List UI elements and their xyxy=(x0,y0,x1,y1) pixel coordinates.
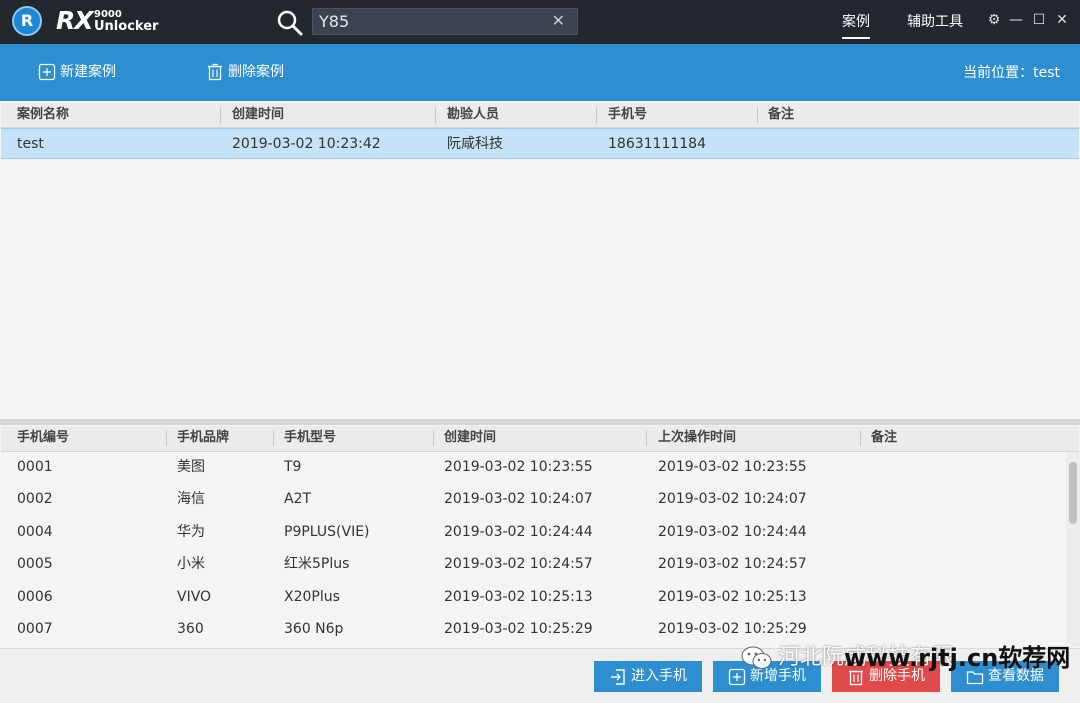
enter-phone-button[interactable]: 进入手机 xyxy=(594,661,702,692)
phone-brand-cell: 海信 xyxy=(177,491,205,507)
phone-brand-cell: VIVO xyxy=(177,589,212,605)
phone-brand-cell: 360 xyxy=(177,621,204,637)
enter-icon xyxy=(611,668,625,685)
col-case-name[interactable]: 案例名称 xyxy=(17,107,69,123)
table-row[interactable]: test 2019-03-02 10:23:42 阮咸科技 1863111118… xyxy=(1,128,1079,159)
panel-splitter[interactable] xyxy=(0,419,1080,425)
col-phone-id[interactable]: 手机编号 xyxy=(17,430,69,446)
phone-created-cell: 2019-03-02 10:24:07 xyxy=(444,491,593,507)
phone-table-header: 手机编号 手机品牌 手机型号 创建时间 上次操作时间 备注 xyxy=(1,426,1079,452)
phone-last-op-cell: 2019-03-02 10:25:29 xyxy=(658,621,807,637)
search-input-value: Y85 xyxy=(319,12,350,31)
scrollbar-thumb[interactable] xyxy=(1069,462,1077,524)
phone-last-op-cell: 2019-03-02 10:24:57 xyxy=(658,556,807,572)
column-divider[interactable] xyxy=(273,430,274,446)
vertical-scrollbar[interactable] xyxy=(1066,452,1080,647)
toolbar: 新建案例 删除案例 当前位置：test xyxy=(0,44,1080,101)
case-phone-cell: 18631111184 xyxy=(608,136,706,152)
table-row[interactable]: 0005 小米 红米5Plus 2019-03-02 10:24:57 2019… xyxy=(1,549,1065,581)
current-location: 当前位置：test xyxy=(963,65,1060,81)
phone-last-op-cell: 2019-03-02 10:24:44 xyxy=(658,524,807,540)
case-created-cell: 2019-03-02 10:23:42 xyxy=(232,136,381,152)
phone-model-cell: 红米5Plus xyxy=(284,556,350,572)
column-divider[interactable] xyxy=(757,107,758,123)
tab-tools[interactable]: 辅助工具 xyxy=(907,14,963,30)
phone-created-cell: 2019-03-02 10:25:13 xyxy=(444,589,593,605)
phone-id-cell: 0004 xyxy=(17,524,53,540)
col-phone-brand[interactable]: 手机品牌 xyxy=(177,430,229,446)
phone-created-cell: 2019-03-02 10:24:57 xyxy=(444,556,593,572)
phone-table-body: 0001 美图 T9 2019-03-02 10:23:55 2019-03-0… xyxy=(1,452,1065,647)
table-row[interactable]: 0002 海信 A2T 2019-03-02 10:24:07 2019-03-… xyxy=(1,484,1065,516)
minimize-icon[interactable]: — xyxy=(1008,12,1024,28)
column-divider[interactable] xyxy=(435,107,436,123)
column-divider[interactable] xyxy=(433,430,434,446)
tab-cases[interactable]: 案例 xyxy=(842,14,870,39)
close-icon[interactable]: ✕ xyxy=(552,12,565,30)
delete-case-label: 删除案例 xyxy=(228,64,284,80)
phone-id-cell: 0002 xyxy=(17,491,53,507)
phone-id-cell: 0007 xyxy=(17,621,53,637)
col-created-time[interactable]: 创建时间 xyxy=(232,107,284,123)
column-divider[interactable] xyxy=(860,430,861,446)
col-inspector[interactable]: 勘验人员 xyxy=(447,107,499,123)
watermark-site: www.rjtj.cn软荐网 xyxy=(844,644,1071,672)
search-input[interactable]: Y85 ✕ xyxy=(312,8,578,35)
phone-id-cell: 0006 xyxy=(17,589,53,605)
title-bar: R RX 9000 Unlocker Y85 ✕ 案例 辅助工具 ⚙ — ☐ ✕ xyxy=(0,0,1080,44)
phone-brand-cell: 美图 xyxy=(177,459,205,475)
logo-name-text: Unlocker xyxy=(94,19,159,34)
phone-model-cell: T9 xyxy=(284,459,302,475)
phone-model-cell: 360 N6p xyxy=(284,621,344,637)
column-divider[interactable] xyxy=(646,430,647,446)
search-icon[interactable] xyxy=(276,9,304,37)
table-row[interactable]: 0001 美图 T9 2019-03-02 10:23:55 2019-03-0… xyxy=(1,452,1065,484)
phone-brand-cell: 小米 xyxy=(177,556,205,572)
phone-created-cell: 2019-03-02 10:23:55 xyxy=(444,459,593,475)
col-last-operation[interactable]: 上次操作时间 xyxy=(658,430,736,446)
phone-last-op-cell: 2019-03-02 10:24:07 xyxy=(658,491,807,507)
window-close-icon[interactable]: ✕ xyxy=(1054,12,1070,28)
phone-id-cell: 0005 xyxy=(17,556,53,572)
col-note[interactable]: 备注 xyxy=(768,107,794,123)
app-logo-icon: R xyxy=(12,6,42,36)
phone-created-cell: 2019-03-02 10:24:44 xyxy=(444,524,593,540)
new-case-button[interactable]: 新建案例 xyxy=(38,63,116,81)
phone-created-cell: 2019-03-02 10:25:29 xyxy=(444,621,593,637)
col-phone-model[interactable]: 手机型号 xyxy=(284,430,336,446)
column-divider[interactable] xyxy=(166,430,167,446)
phone-model-cell: A2T xyxy=(284,491,312,507)
phone-last-op-cell: 2019-03-02 10:23:55 xyxy=(658,459,807,475)
phone-last-op-cell: 2019-03-02 10:25:13 xyxy=(658,589,807,605)
col-phone-number[interactable]: 手机号 xyxy=(608,107,647,123)
logo-rx-text: RX xyxy=(56,6,94,35)
watermark: 河北阮咸科技有限 www.rjtj.cn软荐网 xyxy=(740,640,1075,678)
col-phone-created[interactable]: 创建时间 xyxy=(444,430,496,446)
phone-brand-cell: 华为 xyxy=(177,524,205,540)
new-case-label: 新建案例 xyxy=(60,64,116,80)
trash-icon xyxy=(208,63,222,81)
table-row[interactable]: 0004 华为 P9PLUS(VIE) 2019-03-02 10:24:44 … xyxy=(1,517,1065,549)
maximize-icon[interactable]: ☐ xyxy=(1031,12,1047,28)
add-icon xyxy=(38,63,56,81)
enter-phone-label: 进入手机 xyxy=(631,668,687,684)
column-divider[interactable] xyxy=(220,107,221,123)
phone-model-cell: X20Plus xyxy=(284,589,340,605)
col-phone-note[interactable]: 备注 xyxy=(871,430,897,446)
table-row[interactable]: 0006 VIVO X20Plus 2019-03-02 10:25:13 20… xyxy=(1,582,1065,614)
phone-model-cell: P9PLUS(VIE) xyxy=(284,524,370,540)
case-name-cell: test xyxy=(17,136,44,152)
settings-icon[interactable]: ⚙ xyxy=(986,12,1002,28)
wechat-icon xyxy=(741,646,772,669)
case-table-body: test 2019-03-02 10:23:42 阮咸科技 1863111118… xyxy=(1,128,1079,418)
case-inspector-cell: 阮咸科技 xyxy=(447,136,503,152)
phone-id-cell: 0001 xyxy=(17,459,53,475)
case-table-header: 案例名称 创建时间 勘验人员 手机号 备注 xyxy=(1,103,1079,128)
column-divider[interactable] xyxy=(596,107,597,123)
delete-case-button[interactable]: 删除案例 xyxy=(206,63,284,81)
